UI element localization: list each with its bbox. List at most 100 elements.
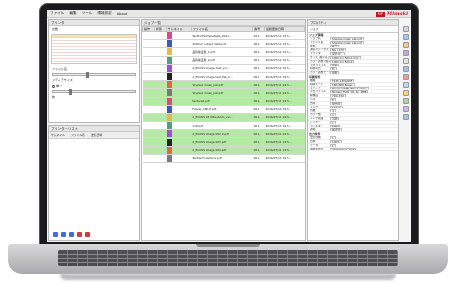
property-value[interactable]: 1000.0 x 500.0 mm [330,55,361,59]
properties-tab[interactable]: ジョブ [308,26,398,33]
property-value[interactable]: 1 [330,143,336,147]
property-value[interactable]: 単方向 [330,101,343,105]
count-slider-knob[interactable] [69,89,73,95]
job-op-cell[interactable] [142,113,155,123]
device-row[interactable] [52,59,136,62]
job-row[interactable]: 2_ECOSS 03 Mitsubishi_ver... 001- 2016/07/… [142,113,305,123]
property-value[interactable]: 有効 [330,63,340,67]
menu-tools[interactable]: ツール [82,11,93,16]
job-op-cell[interactable] [142,39,155,49]
queue-action-button[interactable] [61,232,66,237]
property-value[interactable]: 有 [330,67,337,71]
property-value[interactable]: 4 [330,113,336,116]
queue-action-button[interactable] [69,232,74,237]
job-row[interactable]: Y.OCpdf 001- 2016/07/11 19:5... [142,121,305,131]
job-op-cell[interactable] [142,80,155,90]
property-value[interactable]: 終了 [330,44,340,48]
property-value-cell: 1000.0 x 500.0 [330,59,398,63]
property-value[interactable]: 1 [330,136,336,139]
job-row[interactable]: 200mm output data.pdf 001- 2016/07/11 19:5… [142,39,305,49]
job-op-cell[interactable] [142,31,155,41]
property-value[interactable]: 標準 [330,71,340,74]
job-row[interactable]: texture2.pdf 001- 2016/07/11 19:5... [142,97,305,106]
menu-edit[interactable]: 編集 [69,11,76,16]
property-value[interactable]: NG / 0 M [330,48,346,52]
property-value[interactable]: 設定なし [330,52,345,55]
property-value[interactable]: 720x720 [330,94,346,97]
property-value[interactable]: 確認済 [330,128,343,132]
job-op-cell[interactable] [142,72,155,82]
property-value[interactable]: Shadow mask_pat.pdf [330,37,364,40]
toolbar-tool-icon[interactable] [403,58,409,64]
job-op-cell[interactable] [142,137,155,147]
toolbar-tool-icon[interactable] [403,74,409,80]
property-value[interactable]: TS30-1300AMF [330,78,355,82]
job-row[interactable]: 品質検証用_1.pdf 001- 2016/07/11 19:5... [142,47,305,57]
property-value[interactable]: 180x360 8pass [330,82,355,86]
property-value[interactable]: Shadow mask_pat.pdf [330,40,364,44]
job-row[interactable]: 2_ECOSS image dest_pri... 001- 2016/07/11 … [142,64,305,73]
job-op-cell[interactable] [142,146,155,155]
job-op-cell[interactable] [142,64,155,73]
property-value[interactable]: 1000.0 x 500.0 [330,59,355,63]
toolbar-tool-icon[interactable] [403,114,409,120]
queue-action-button[interactable] [77,232,82,237]
property-value[interactable]: 1 [330,120,336,124]
job-number: 001- [252,105,265,114]
single-radio[interactable] [52,84,55,88]
toolbar-tool-icon[interactable] [403,82,409,88]
job-op-cell[interactable] [142,47,155,57]
property-value[interactable]: Sb420 [330,105,343,109]
job-op-cell[interactable] [142,97,155,106]
laptop-lid: ファイル 編集 ツール 環境設定 About RIP Mimaki プリンタ 台… [39,3,419,248]
job-number: 001- [252,64,265,73]
toolbar-tool-icon[interactable] [403,34,409,40]
job-number: 001- [252,88,265,98]
property-value[interactable]: Mimaki TS30_DS_4C_MPB [330,90,369,94]
property-value[interactable]: 8 [330,97,336,101]
job-filename: 2_ECOSS image 004.pdf [191,146,253,155]
toolbar-tool-icon[interactable] [403,50,409,56]
queue-action-button[interactable] [85,232,90,237]
job-row[interactable]: 2_ECOSS image 003.pdf 001- 2016/07/11 19:5… [142,137,305,147]
property-value[interactable]: 100% [330,139,342,143]
job-row[interactable]: 2_ECOSS image 002 2.pdf 001- 2016/07/11 19… [142,129,305,139]
job-row[interactable]: Shadow mask_pat.pdf 001- 2016/07/11 19:5..… [142,88,305,98]
job-row[interactable]: 品質検証用_2.pdf 001- 2016/07/11 19:5... [142,56,305,65]
size-slider[interactable] [52,72,136,78]
toolbar-tool-icon[interactable] [403,90,409,96]
toolbar-tool-icon[interactable] [403,26,409,32]
property-value[interactable]: 2016/07/11 19:5 [330,147,357,151]
job-op-cell[interactable] [142,56,155,65]
job-op-cell[interactable] [142,154,155,164]
job-number: 001- [252,154,265,164]
menu-file[interactable]: ファイル [50,11,64,16]
device-list[interactable] [51,34,137,64]
job-row[interactable]: Shadow mask_pat.pdf 001- 2016/07/11 19:5..… [142,80,305,90]
property-key: ジョブ名 [310,37,321,40]
job-row[interactable]: Textile-fo-texture.pdf 001- 2016/07/11 19:… [142,154,305,164]
job-op-cell[interactable] [142,88,155,98]
property-value-cell: TS30-1300AMF [330,78,398,82]
menu-about[interactable]: About [117,12,128,16]
property-value[interactable]: 不明 [330,116,340,120]
toolbar-tool-icon[interactable] [403,66,409,72]
job-row[interactable]: Flower_CMLH.pdf 001- 2016/07/11 19:5... [142,105,305,114]
toolbar-tool-icon[interactable] [403,98,409,104]
menu-preferences[interactable]: 環境設定 [97,11,111,16]
property-value[interactable]: EMPI [330,124,341,128]
job-op-cell[interactable] [142,129,155,139]
property-value[interactable]: Mimaki DMFI-IBlock Alpha [330,86,369,90]
toolbar-tool-icon[interactable] [403,106,409,112]
job-row[interactable]: TexPrintSampleData_2021... 021- 2016/07/11… [142,31,305,41]
job-row[interactable]: 2_ECOSS image 004.pdf 001- 2016/07/11 19:5… [142,146,305,155]
job-op-cell[interactable] [142,105,155,114]
queue-action-button[interactable] [53,232,58,237]
job-row[interactable]: 2_ECOSS image test_Pat_C... 001- 2016/07/1… [142,72,305,82]
count-slider[interactable] [52,89,136,95]
property-value[interactable]: 4 [330,109,336,113]
job-thumbnail [167,73,173,80]
toolbar-tool-icon[interactable] [403,42,409,48]
slider-knob[interactable] [85,72,89,78]
job-op-cell[interactable] [142,121,155,131]
